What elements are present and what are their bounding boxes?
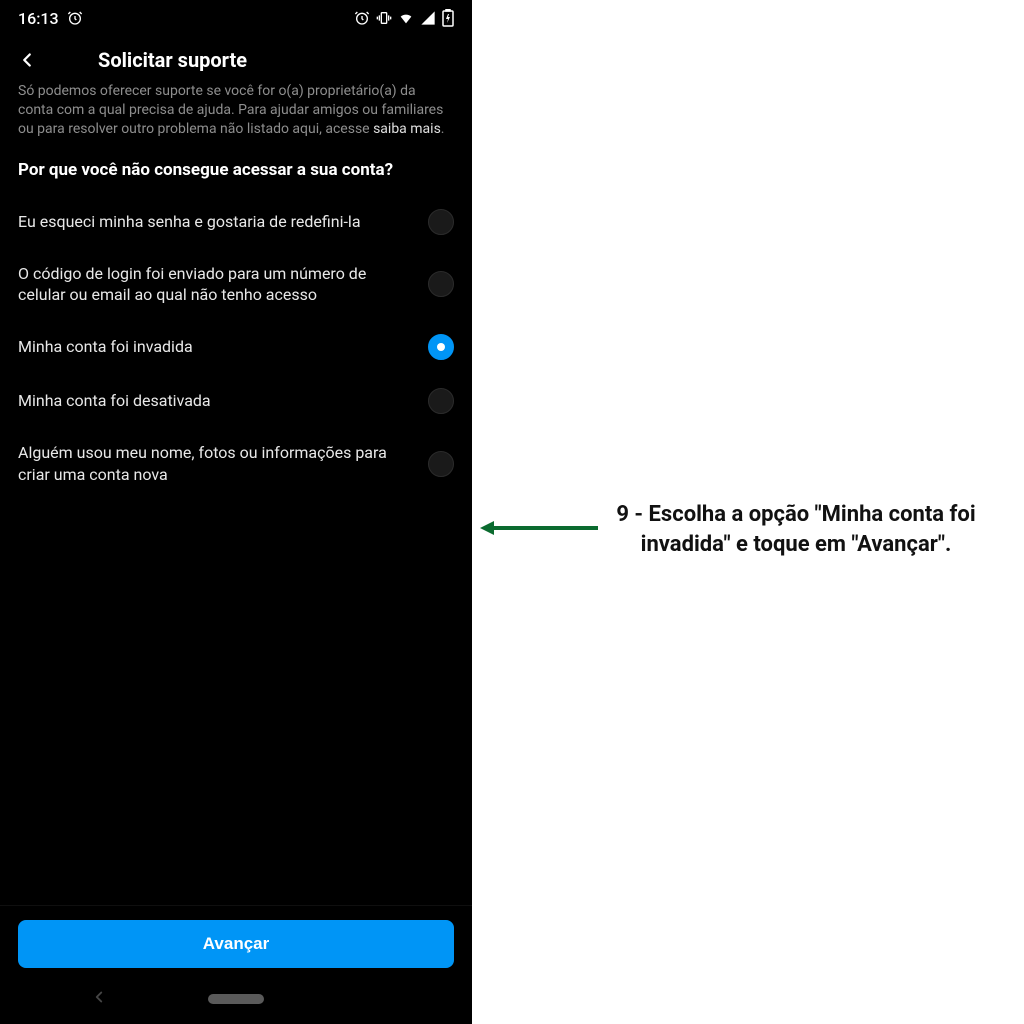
footer: Avançar [0, 905, 472, 980]
option-label: Eu esqueci minha senha e gostaria de red… [18, 211, 414, 233]
annotation: 9 - Escolha a opção "Minha conta foi inv… [480, 500, 1010, 559]
page-title: Solicitar suporte [98, 48, 247, 72]
radio-unchecked-icon[interactable] [428, 209, 454, 235]
question-heading: Por que você não consegue acessar a sua … [0, 145, 472, 189]
option-label: Alguém usou meu nome, fotos ou informaçõ… [18, 442, 414, 485]
status-bar: 16:13 [0, 0, 472, 36]
option-account-disabled[interactable]: Minha conta foi desativada [0, 374, 472, 428]
alarm-icon [67, 10, 83, 26]
signal-icon [420, 10, 436, 26]
next-button[interactable]: Avançar [18, 920, 454, 968]
arrow-left-icon [480, 513, 600, 547]
alarm-icon [354, 10, 370, 26]
app-header: Solicitar suporte [0, 36, 472, 78]
battery-icon [442, 9, 454, 27]
option-impersonation[interactable]: Alguém usou meu nome, fotos ou informaçõ… [0, 428, 472, 499]
back-icon[interactable] [16, 49, 38, 71]
info-post: . [441, 121, 445, 137]
option-label: Minha conta foi invadida [18, 336, 414, 358]
system-nav-bar [0, 980, 472, 1024]
radio-unchecked-icon[interactable] [428, 388, 454, 414]
nav-home-pill[interactable] [208, 994, 264, 1004]
radio-checked-icon[interactable] [428, 334, 454, 360]
option-forgot-password[interactable]: Eu esqueci minha senha e gostaria de red… [0, 195, 472, 249]
phone-screen: 16:13 [0, 0, 472, 1024]
spacer [0, 505, 472, 905]
annotation-text: 9 - Escolha a opção "Minha conta foi inv… [612, 500, 1010, 559]
option-label: Minha conta foi desativada [18, 390, 414, 412]
radio-unchecked-icon[interactable] [428, 451, 454, 477]
nav-back-icon[interactable] [90, 988, 108, 1010]
learn-more-link[interactable]: saiba mais [373, 121, 441, 137]
status-time: 16:13 [18, 9, 59, 28]
option-label: O código de login foi enviado para um nú… [18, 263, 414, 306]
options-list: Eu esqueci minha senha e gostaria de red… [0, 189, 472, 505]
option-account-hacked[interactable]: Minha conta foi invadida [0, 320, 472, 374]
option-login-code-no-access[interactable]: O código de login foi enviado para um nú… [0, 249, 472, 320]
vibrate-icon [376, 10, 392, 26]
info-text: Só podemos oferecer suporte se você for … [0, 78, 472, 145]
wifi-icon [398, 10, 414, 26]
radio-unchecked-icon[interactable] [428, 271, 454, 297]
